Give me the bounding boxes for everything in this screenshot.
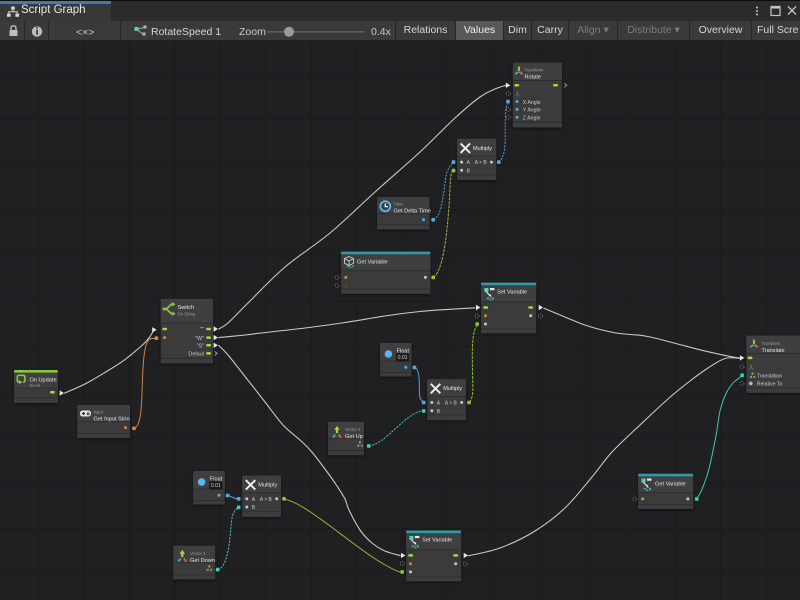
svg-text:Set Variable: Set Variable <box>422 537 452 543</box>
svg-text:Vector 3: Vector 3 <box>345 427 361 432</box>
svg-text:Relative To: Relative To <box>757 382 783 388</box>
svg-text:"S": "S" <box>197 344 205 350</box>
svg-text:On String: On String <box>178 312 196 317</box>
svg-text:Transform: Transform <box>762 341 781 346</box>
svg-text:A × B: A × B <box>445 401 458 407</box>
svg-text:Transform: Transform <box>525 68 544 73</box>
svg-text:<×>: <×> <box>76 27 94 39</box>
svg-text:A × B: A × B <box>475 160 488 166</box>
svg-text:Y Angle: Y Angle <box>523 108 541 114</box>
svg-text:0.4x: 0.4x <box>371 26 392 38</box>
svg-text:Get Down: Get Down <box>190 558 215 564</box>
svg-text:Get Variable: Get Variable <box>655 482 686 488</box>
svg-text:Zoom: Zoom <box>239 26 266 38</box>
svg-text:Z Angle: Z Angle <box>523 116 541 122</box>
svg-text:Multiply: Multiply <box>443 386 462 392</box>
svg-text:Multiply: Multiply <box>473 146 492 152</box>
svg-text:Time: Time <box>394 202 404 207</box>
svg-text:A × B: A × B <box>260 497 273 503</box>
svg-text:RotateSpeed 1: RotateSpeed 1 <box>151 26 221 38</box>
svg-text:Multiply: Multiply <box>258 483 277 489</box>
svg-text:Set Variable: Set Variable <box>497 290 527 296</box>
svg-text:Input: Input <box>94 410 104 415</box>
svg-text:0.01: 0.01 <box>211 483 221 489</box>
svg-text:Defaul: Defaul <box>188 352 204 358</box>
svg-text:"": "" <box>200 327 204 333</box>
svg-text:Switch: Switch <box>178 305 194 311</box>
svg-text:Get Input Strin: Get Input Strin <box>94 417 130 423</box>
svg-text:Translate: Translate <box>762 348 785 354</box>
svg-text:Vector 3: Vector 3 <box>190 551 206 556</box>
svg-text:"W": "W" <box>195 336 204 342</box>
svg-text:X Angle: X Angle <box>523 100 541 106</box>
svg-text:Rotate: Rotate <box>525 75 541 81</box>
svg-text:Translation: Translation <box>757 373 783 379</box>
svg-text:0.01: 0.01 <box>398 355 408 361</box>
svg-text:Get Delta Time: Get Delta Time <box>394 209 431 215</box>
svg-text:Event: Event <box>30 383 42 388</box>
svg-text:Get Up: Get Up <box>345 434 363 440</box>
svg-text:Get Variable: Get Variable <box>357 260 388 266</box>
